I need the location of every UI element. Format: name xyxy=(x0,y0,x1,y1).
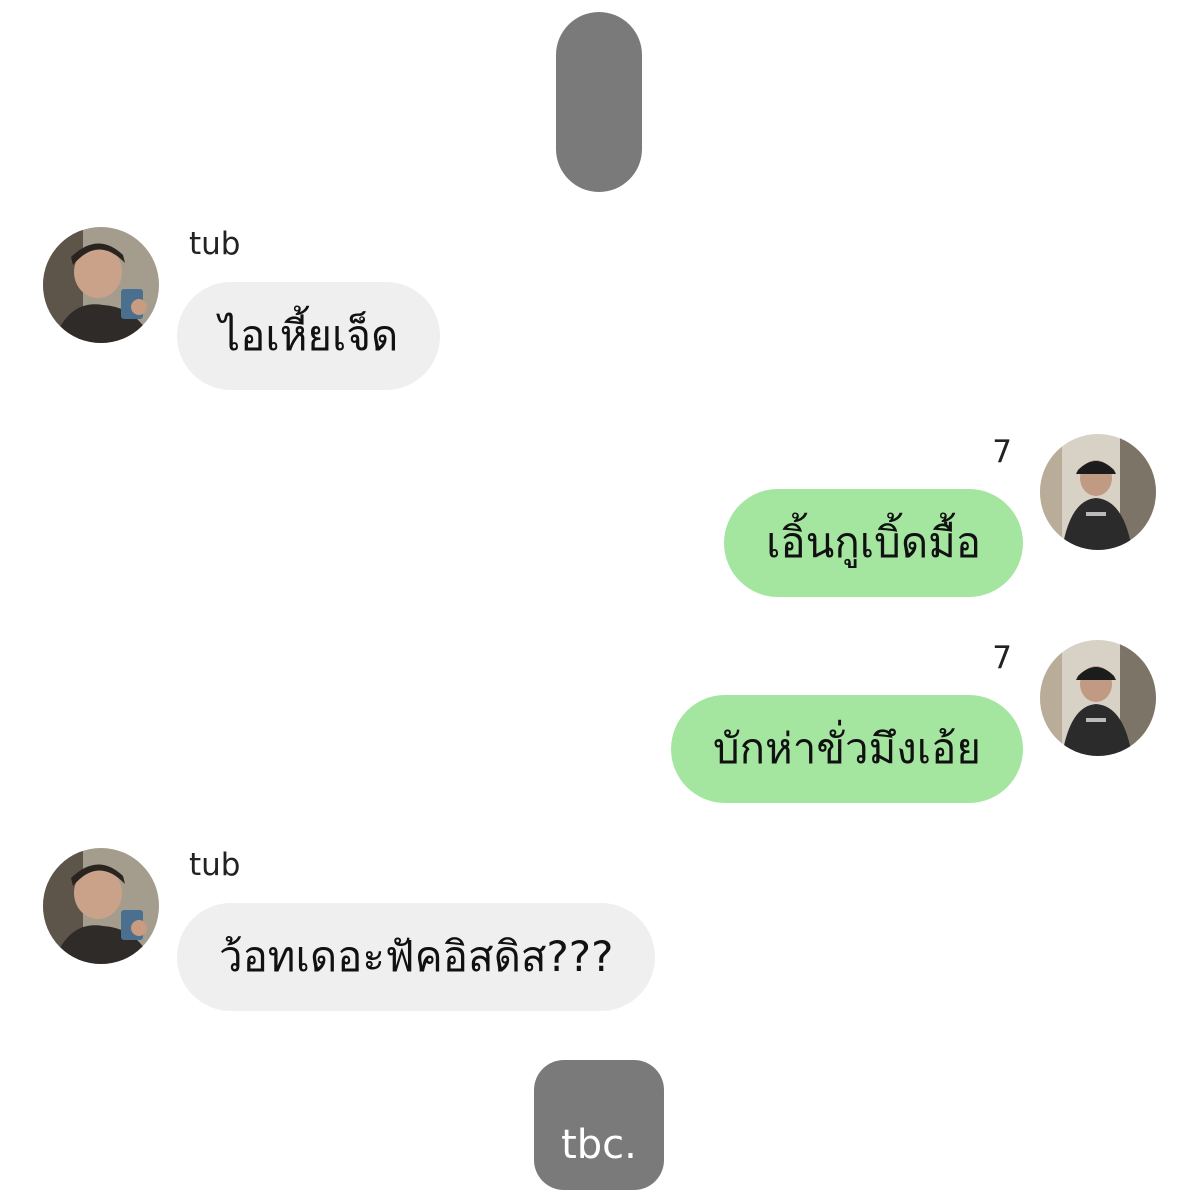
top-divider-pill xyxy=(556,12,642,192)
user-avatar-7-icon xyxy=(1040,640,1156,756)
sender-name: 7 xyxy=(992,640,1012,676)
message-bubble-received[interactable]: ไอเหี้ยเจ็ด xyxy=(177,282,441,390)
message-bubble-sent[interactable]: บักห่าขั่วมึงเอ้ย xyxy=(670,695,1023,803)
tbc-label-pill: tbc. xyxy=(534,1060,664,1190)
message-bubble-sent[interactable]: เอิ้นกูเบิ้ดมื้อ xyxy=(724,489,1023,597)
user-avatar-tub-icon xyxy=(43,848,159,964)
tbc-label: tbc. xyxy=(561,1122,637,1168)
message-bubble-received[interactable]: ว้อทเดอะฟัคอิสดิส??? xyxy=(177,903,656,1011)
avatar-7[interactable] xyxy=(1040,434,1156,550)
avatar-7[interactable] xyxy=(1040,640,1156,756)
avatar-tub[interactable] xyxy=(43,848,159,964)
sender-name: tub xyxy=(189,226,241,262)
avatar-tub[interactable] xyxy=(43,227,159,343)
sender-name: tub xyxy=(189,847,241,883)
sender-name: 7 xyxy=(992,434,1012,470)
user-avatar-tub-icon xyxy=(43,227,159,343)
user-avatar-7-icon xyxy=(1040,434,1156,550)
